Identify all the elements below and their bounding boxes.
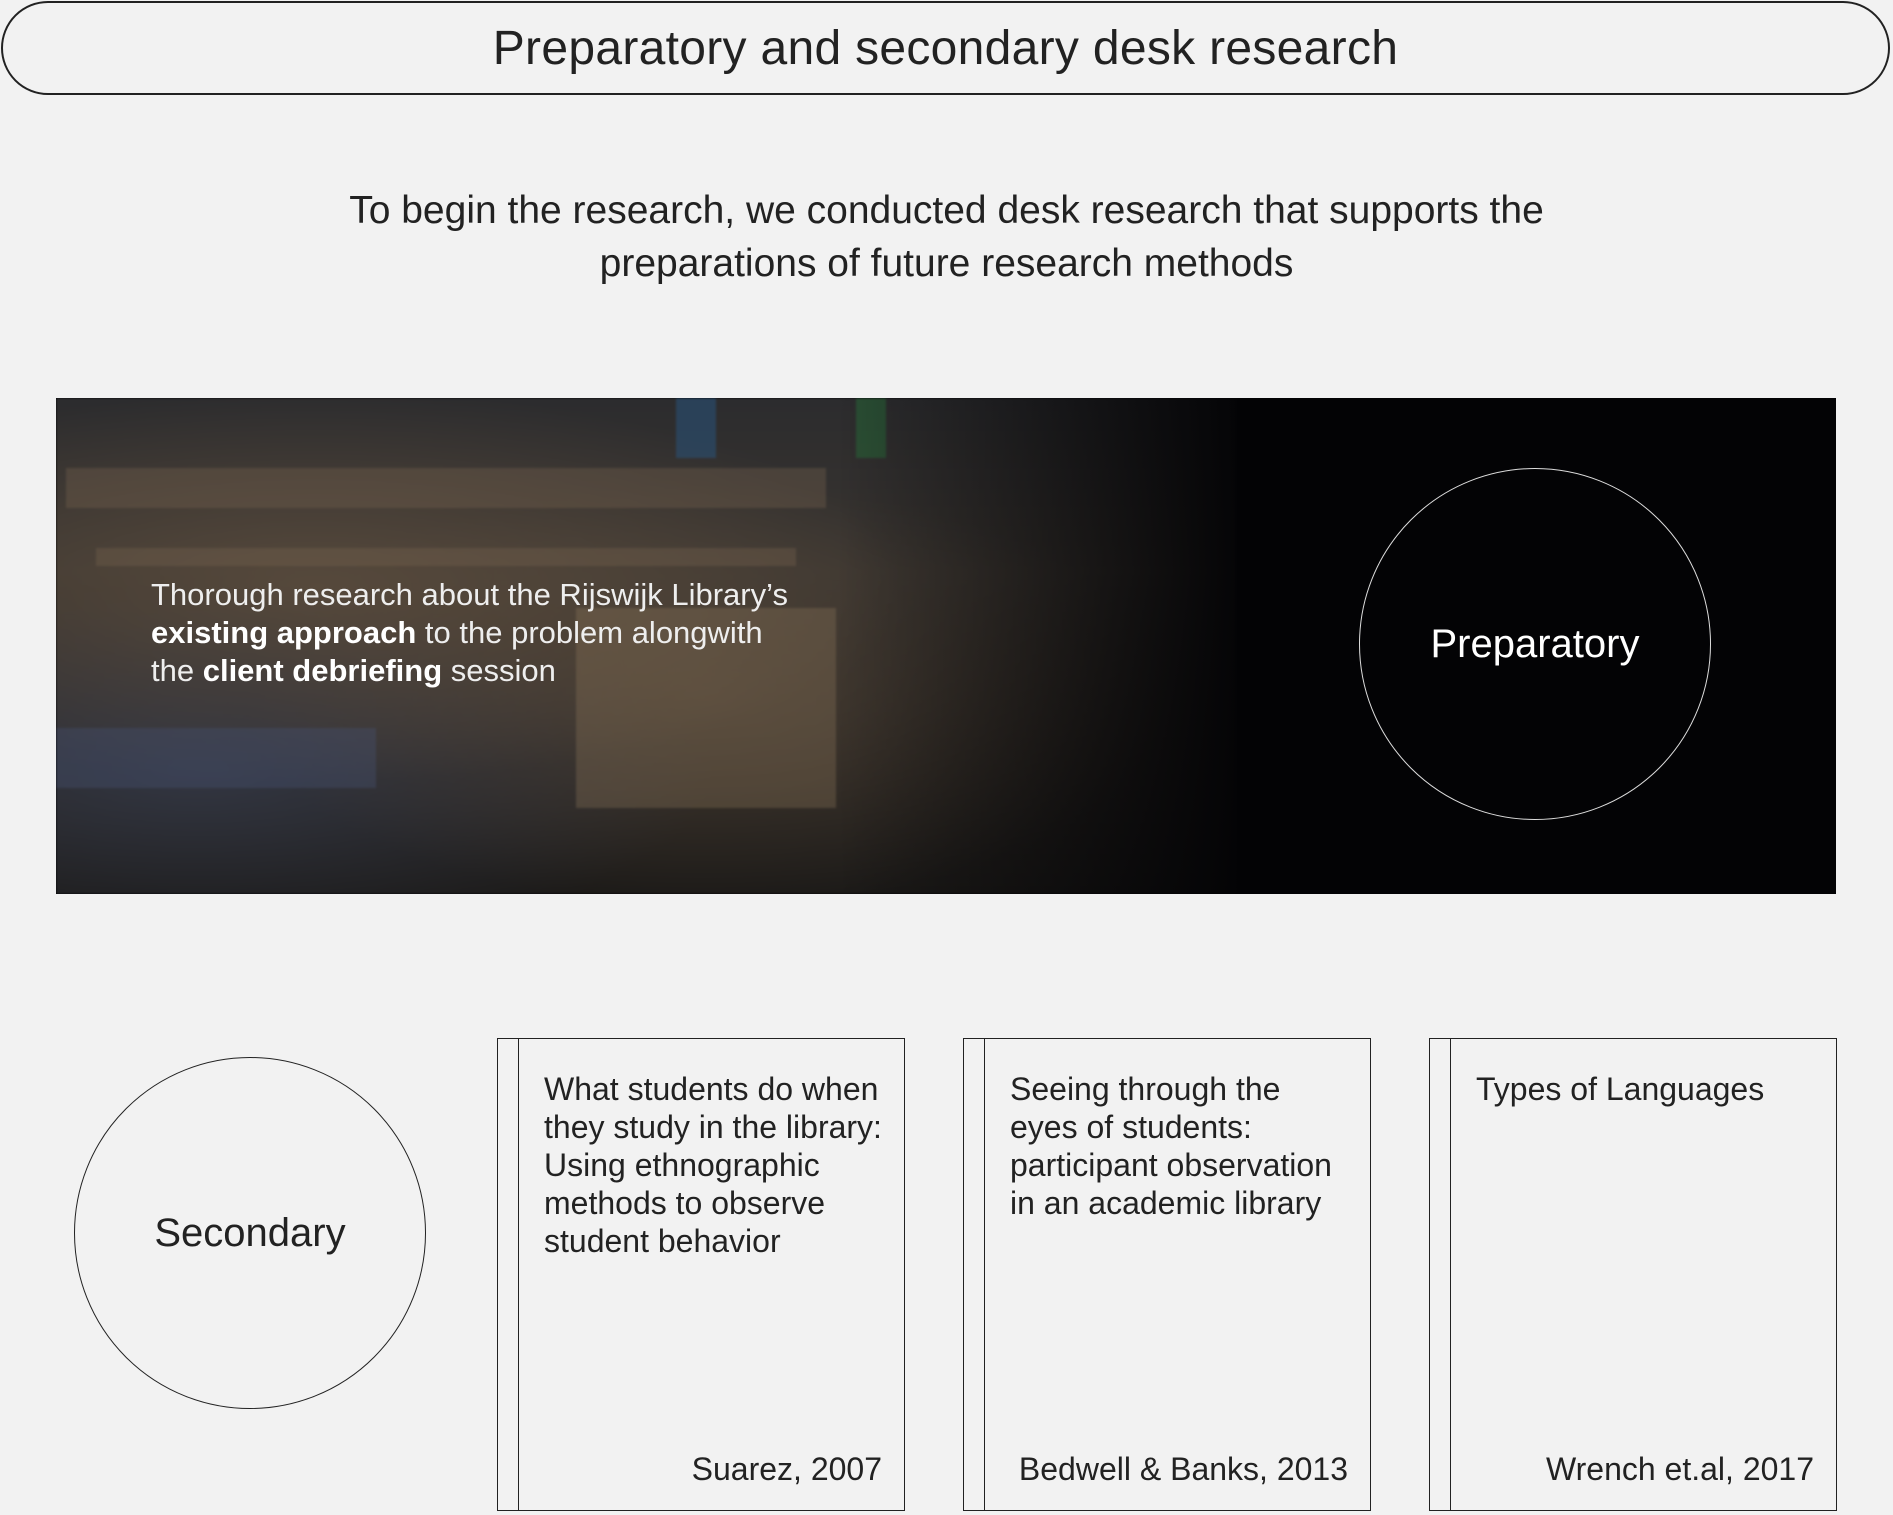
- source-author: Wrench et.al, 2017: [1545, 1451, 1814, 1487]
- source-title: What students do when they study in the …: [544, 1071, 882, 1259]
- intro-line-2: preparations of future research methods: [599, 242, 1294, 285]
- source-author: Suarez, 2007: [691, 1451, 882, 1487]
- secondary-circle: Secondary: [74, 1057, 426, 1409]
- source-title: Seeing through the eyes of students: par…: [1010, 1071, 1332, 1221]
- source-card: Seeing through the eyes of students: par…: [963, 1038, 1371, 1511]
- highlight-client-debriefing: client debriefing: [202, 653, 443, 688]
- source-author: Bedwell & Banks, 2013: [1018, 1451, 1348, 1487]
- preparatory-description: Thorough research about the Rijswijk Lib…: [151, 577, 788, 688]
- preparatory-circle: Preparatory: [1359, 468, 1711, 820]
- page-title: Preparatory and secondary desk research: [492, 21, 1399, 75]
- book-spine: [1450, 1039, 1451, 1510]
- intro-line-1: To begin the research, we conducted desk…: [349, 189, 1544, 232]
- source-card: What students do when they study in the …: [497, 1038, 905, 1511]
- secondary-label: Secondary: [154, 1210, 346, 1255]
- highlight-existing-approach: existing approach: [151, 615, 417, 650]
- source-title: Types of Languages: [1476, 1071, 1765, 1107]
- source-card: Types of Languages Wrench et.al, 2017: [1429, 1038, 1837, 1511]
- page-title-pill: Preparatory and secondary desk research: [1, 1, 1890, 95]
- preparatory-label: Preparatory: [1430, 621, 1640, 666]
- book-spine: [984, 1039, 985, 1510]
- book-spine: [518, 1039, 519, 1510]
- intro-text: To begin the research, we conducted desk…: [0, 184, 1893, 290]
- preparatory-banner: Thorough research about the Rijswijk Lib…: [56, 398, 1836, 894]
